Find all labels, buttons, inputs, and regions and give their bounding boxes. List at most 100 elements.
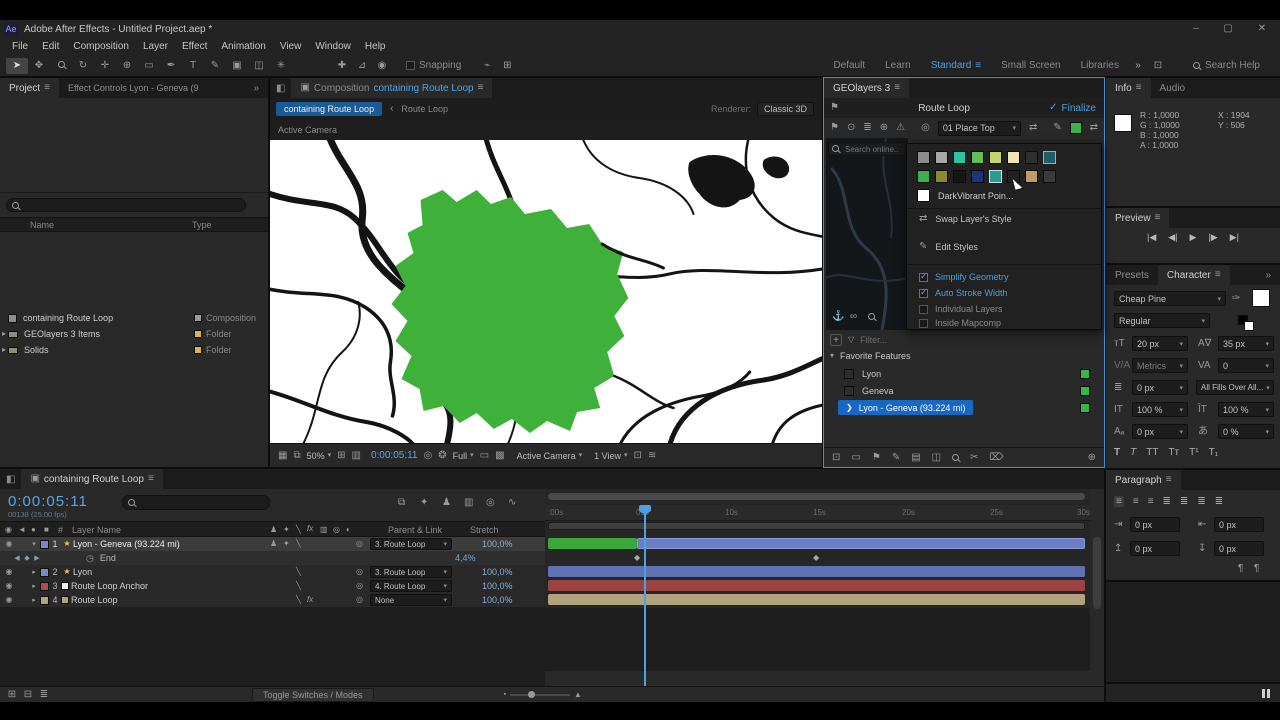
pause-icon[interactable] [1262, 688, 1270, 698]
world-axis-mode-icon[interactable]: ⊿ [352, 60, 372, 71]
snap-option-2-icon[interactable]: ⊞ [497, 60, 517, 71]
crop-icon[interactable]: ⊡ [832, 452, 840, 463]
expand-arrow-icon[interactable]: ▸ [28, 597, 40, 604]
maximize-button[interactable]: ▢ [1212, 24, 1244, 34]
layer-row-2[interactable]: ◉ ▸ 2 ★ Lyon ╲ ◎ 3. Route Loop ▾ 100,0% [0, 565, 545, 579]
eye-icon[interactable]: ◉ [2, 582, 16, 590]
swatch[interactable] [1043, 170, 1056, 183]
pixel-aspect-icon[interactable]: ⊡ [633, 450, 641, 461]
draw-rect-icon[interactable]: ▭ [851, 452, 860, 463]
expand-layer-switches-icon[interactable]: ⊞ [4, 689, 20, 700]
swatch[interactable] [1007, 151, 1020, 164]
parent-dropdown[interactable]: None ▾ [370, 594, 452, 606]
faux-italic-icon[interactable]: T [1130, 447, 1136, 458]
filter-funnel-icon[interactable]: ▽ [848, 336, 854, 344]
zoom-in-timeline-icon[interactable]: ▲ [574, 690, 582, 699]
layer-color-chip[interactable] [40, 581, 49, 591]
panel-menu-icon[interactable]: ≡ [894, 83, 900, 93]
fill-mode-dropdown[interactable]: All Fills Over All... ▾ [1196, 380, 1274, 395]
snapshot-icon[interactable]: ◎ [424, 450, 433, 461]
pan-camera-tool-icon[interactable]: ✛ [94, 60, 116, 71]
quality-icon[interactable]: ╲ [296, 540, 301, 548]
timeline-search-input[interactable] [122, 495, 270, 510]
tab-paragraph[interactable]: Paragraph ≡ [1106, 470, 1181, 490]
layer-name[interactable]: Lyon [73, 567, 92, 577]
close-button[interactable]: ✕ [1244, 24, 1280, 34]
renderer-value[interactable]: Classic 3D [756, 102, 814, 116]
indent-left-field[interactable]: 0 px [1130, 517, 1180, 532]
superscript-icon[interactable]: T¹ [1189, 447, 1198, 458]
menu-edit[interactable]: Edit [36, 41, 65, 52]
toggle-switches-modes-button[interactable]: Toggle Switches / Modes [252, 687, 374, 702]
camera-dropdown[interactable]: Active Camera ▾ [517, 451, 583, 461]
pickwhip-icon[interactable]: ◎ [356, 596, 363, 604]
quality-icon[interactable]: ╲ [296, 582, 301, 590]
menu-effect[interactable]: Effect [176, 41, 213, 52]
auto-stroke-width-checkbox[interactable]: Auto Stroke Width [919, 287, 1008, 298]
tab-presets[interactable]: Presets [1106, 265, 1158, 285]
pickwhip-icon[interactable]: ◎ [356, 568, 363, 576]
geo-search-input[interactable] [828, 142, 906, 156]
tab-project[interactable]: Project ≡ [0, 78, 59, 98]
expand-arrow-icon[interactable]: ▸ [28, 569, 40, 576]
label-color-chip[interactable] [194, 346, 202, 354]
menu-help[interactable]: Help [359, 41, 392, 52]
motion-blur-icon[interactable]: ◎ [486, 498, 495, 508]
small-caps-icon[interactable]: Tᴛ [1168, 447, 1179, 458]
tab-effect-controls[interactable]: Effect Controls Lyon - Geneva (9 [59, 78, 208, 98]
workspace-learn[interactable]: Learn [875, 60, 921, 71]
layer-name[interactable]: Route Loop Anchor [71, 581, 148, 591]
expand-inout-icon[interactable]: ≣ [36, 689, 52, 700]
minimize-button[interactable]: – [1180, 24, 1212, 34]
resolution-dropdown[interactable]: Full ▾ [453, 451, 474, 461]
first-frame-icon[interactable]: |◀ [1147, 232, 1156, 243]
panel-menu-icon[interactable]: ≡ [44, 83, 50, 93]
panel-dock-icon[interactable]: ◧ [270, 78, 291, 98]
geo-comp-name[interactable]: Route Loop [839, 103, 1049, 114]
parent-link-column-header[interactable]: Parent & Link [388, 525, 442, 535]
eye-icon[interactable]: ◉ [2, 568, 16, 576]
keyframe-icon[interactable]: ◆ [813, 553, 819, 562]
pen-tool-icon[interactable]: ✒ [160, 60, 182, 71]
workspace-menu-icon[interactable]: ≡ [975, 60, 981, 71]
workspace-bar-icon[interactable]: ⊡ [1147, 60, 1169, 71]
project-row-comp[interactable]: containing Route Loop Composition [0, 311, 268, 325]
menu-file[interactable]: File [6, 41, 34, 52]
layer-name[interactable]: Lyon - Geneva (93.224 mi) [73, 539, 180, 549]
favorite-row-lyon[interactable]: Lyon [824, 365, 1104, 382]
workspace-default[interactable]: Default [823, 60, 875, 71]
tab-geolayers[interactable]: GEOlayers 3 ≡ [824, 78, 910, 98]
time-ruler[interactable]: :00s 05s 10s 15s 20s 25s 30s [545, 505, 1090, 521]
metrics-dropdown[interactable]: Metrics ▾ [1132, 358, 1188, 373]
tab-character[interactable]: Character ≡ [1157, 265, 1230, 285]
zoom-tool-icon[interactable] [50, 61, 72, 71]
search-help[interactable]: Search Help [1192, 60, 1260, 71]
tab-preview[interactable]: Preview ≡ [1106, 208, 1170, 228]
font-family-dropdown[interactable]: Cheap Pine ▾ [1114, 291, 1226, 306]
work-area-bar[interactable] [548, 522, 1085, 530]
space-after-field[interactable]: 0 px [1214, 541, 1264, 556]
place-target-icon[interactable]: ◎ [921, 123, 930, 133]
add-feature-icon[interactable]: + [830, 334, 842, 346]
align-right-icon[interactable]: ≡ [1148, 496, 1154, 507]
swatch[interactable] [935, 151, 948, 164]
align-left-icon[interactable]: ≡ [1114, 496, 1124, 507]
swatch[interactable] [953, 151, 966, 164]
font-style-dropdown[interactable]: Regular ▾ [1114, 313, 1210, 328]
map-settings-icon[interactable]: ⊕ [1088, 452, 1096, 463]
subscript-icon[interactable]: T₁ [1209, 447, 1218, 458]
eyedropper-icon[interactable]: ✑ [1232, 294, 1240, 304]
play-icon[interactable]: ▶ [1190, 232, 1197, 243]
layer-color-chip[interactable] [40, 539, 49, 549]
selected-feature-pill[interactable]: ❯ Lyon - Geneva (93.224 mi) [838, 400, 974, 415]
visibility-icon[interactable]: ⊙ [847, 123, 855, 133]
marker-icon[interactable]: ⚑ [872, 452, 881, 463]
transparency-grid-icon[interactable]: ▩ [495, 450, 504, 461]
pencil-icon[interactable]: ✎ [892, 452, 900, 463]
swatch[interactable] [1025, 151, 1038, 164]
last-frame-icon[interactable]: ▶| [1230, 232, 1239, 243]
collapse-icon[interactable]: ✦ [283, 540, 290, 548]
show-snapshot-icon[interactable]: ❂ [438, 450, 446, 461]
property-value[interactable]: 4,4% [455, 553, 476, 563]
layer-color-chip[interactable] [40, 595, 49, 605]
